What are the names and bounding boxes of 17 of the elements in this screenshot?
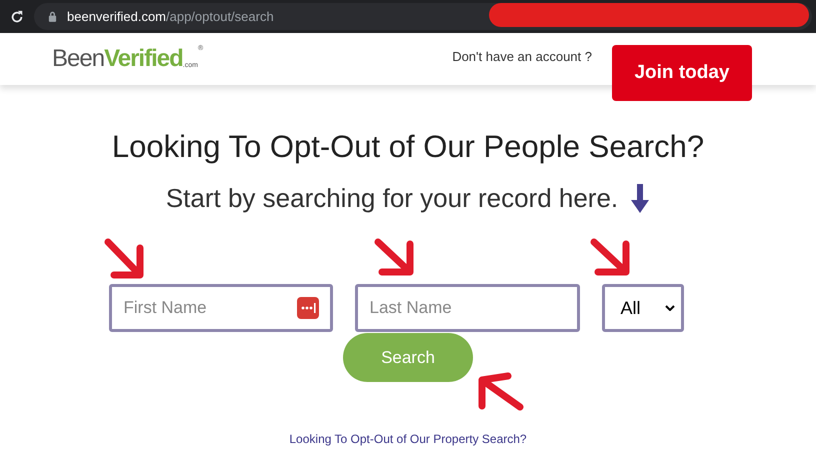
annotation-arrow xyxy=(590,238,630,276)
join-button[interactable]: Join today xyxy=(612,45,752,101)
password-manager-icon[interactable] xyxy=(296,297,318,319)
page-subtitle: Start by searching for your record here. xyxy=(166,183,618,214)
property-search-link[interactable]: Looking To Opt-Out of Our Property Search? xyxy=(289,432,527,446)
reload-icon[interactable] xyxy=(10,10,24,24)
name-field[interactable]: First Name xyxy=(108,284,332,332)
annotation-arrow xyxy=(374,238,414,276)
page-title: Looking To Opt-Out of Our People Search? xyxy=(112,129,704,165)
lock-icon xyxy=(48,11,57,22)
account-prompt: Don't have an account ? xyxy=(452,49,592,64)
annotation-arrow xyxy=(476,370,526,412)
state-select[interactable]: All xyxy=(602,284,684,332)
chevron-icon xyxy=(664,305,674,311)
annotation-arrow xyxy=(104,238,144,279)
down-arrow-icon xyxy=(630,184,650,214)
name-field[interactable]: Last Name xyxy=(354,284,580,332)
